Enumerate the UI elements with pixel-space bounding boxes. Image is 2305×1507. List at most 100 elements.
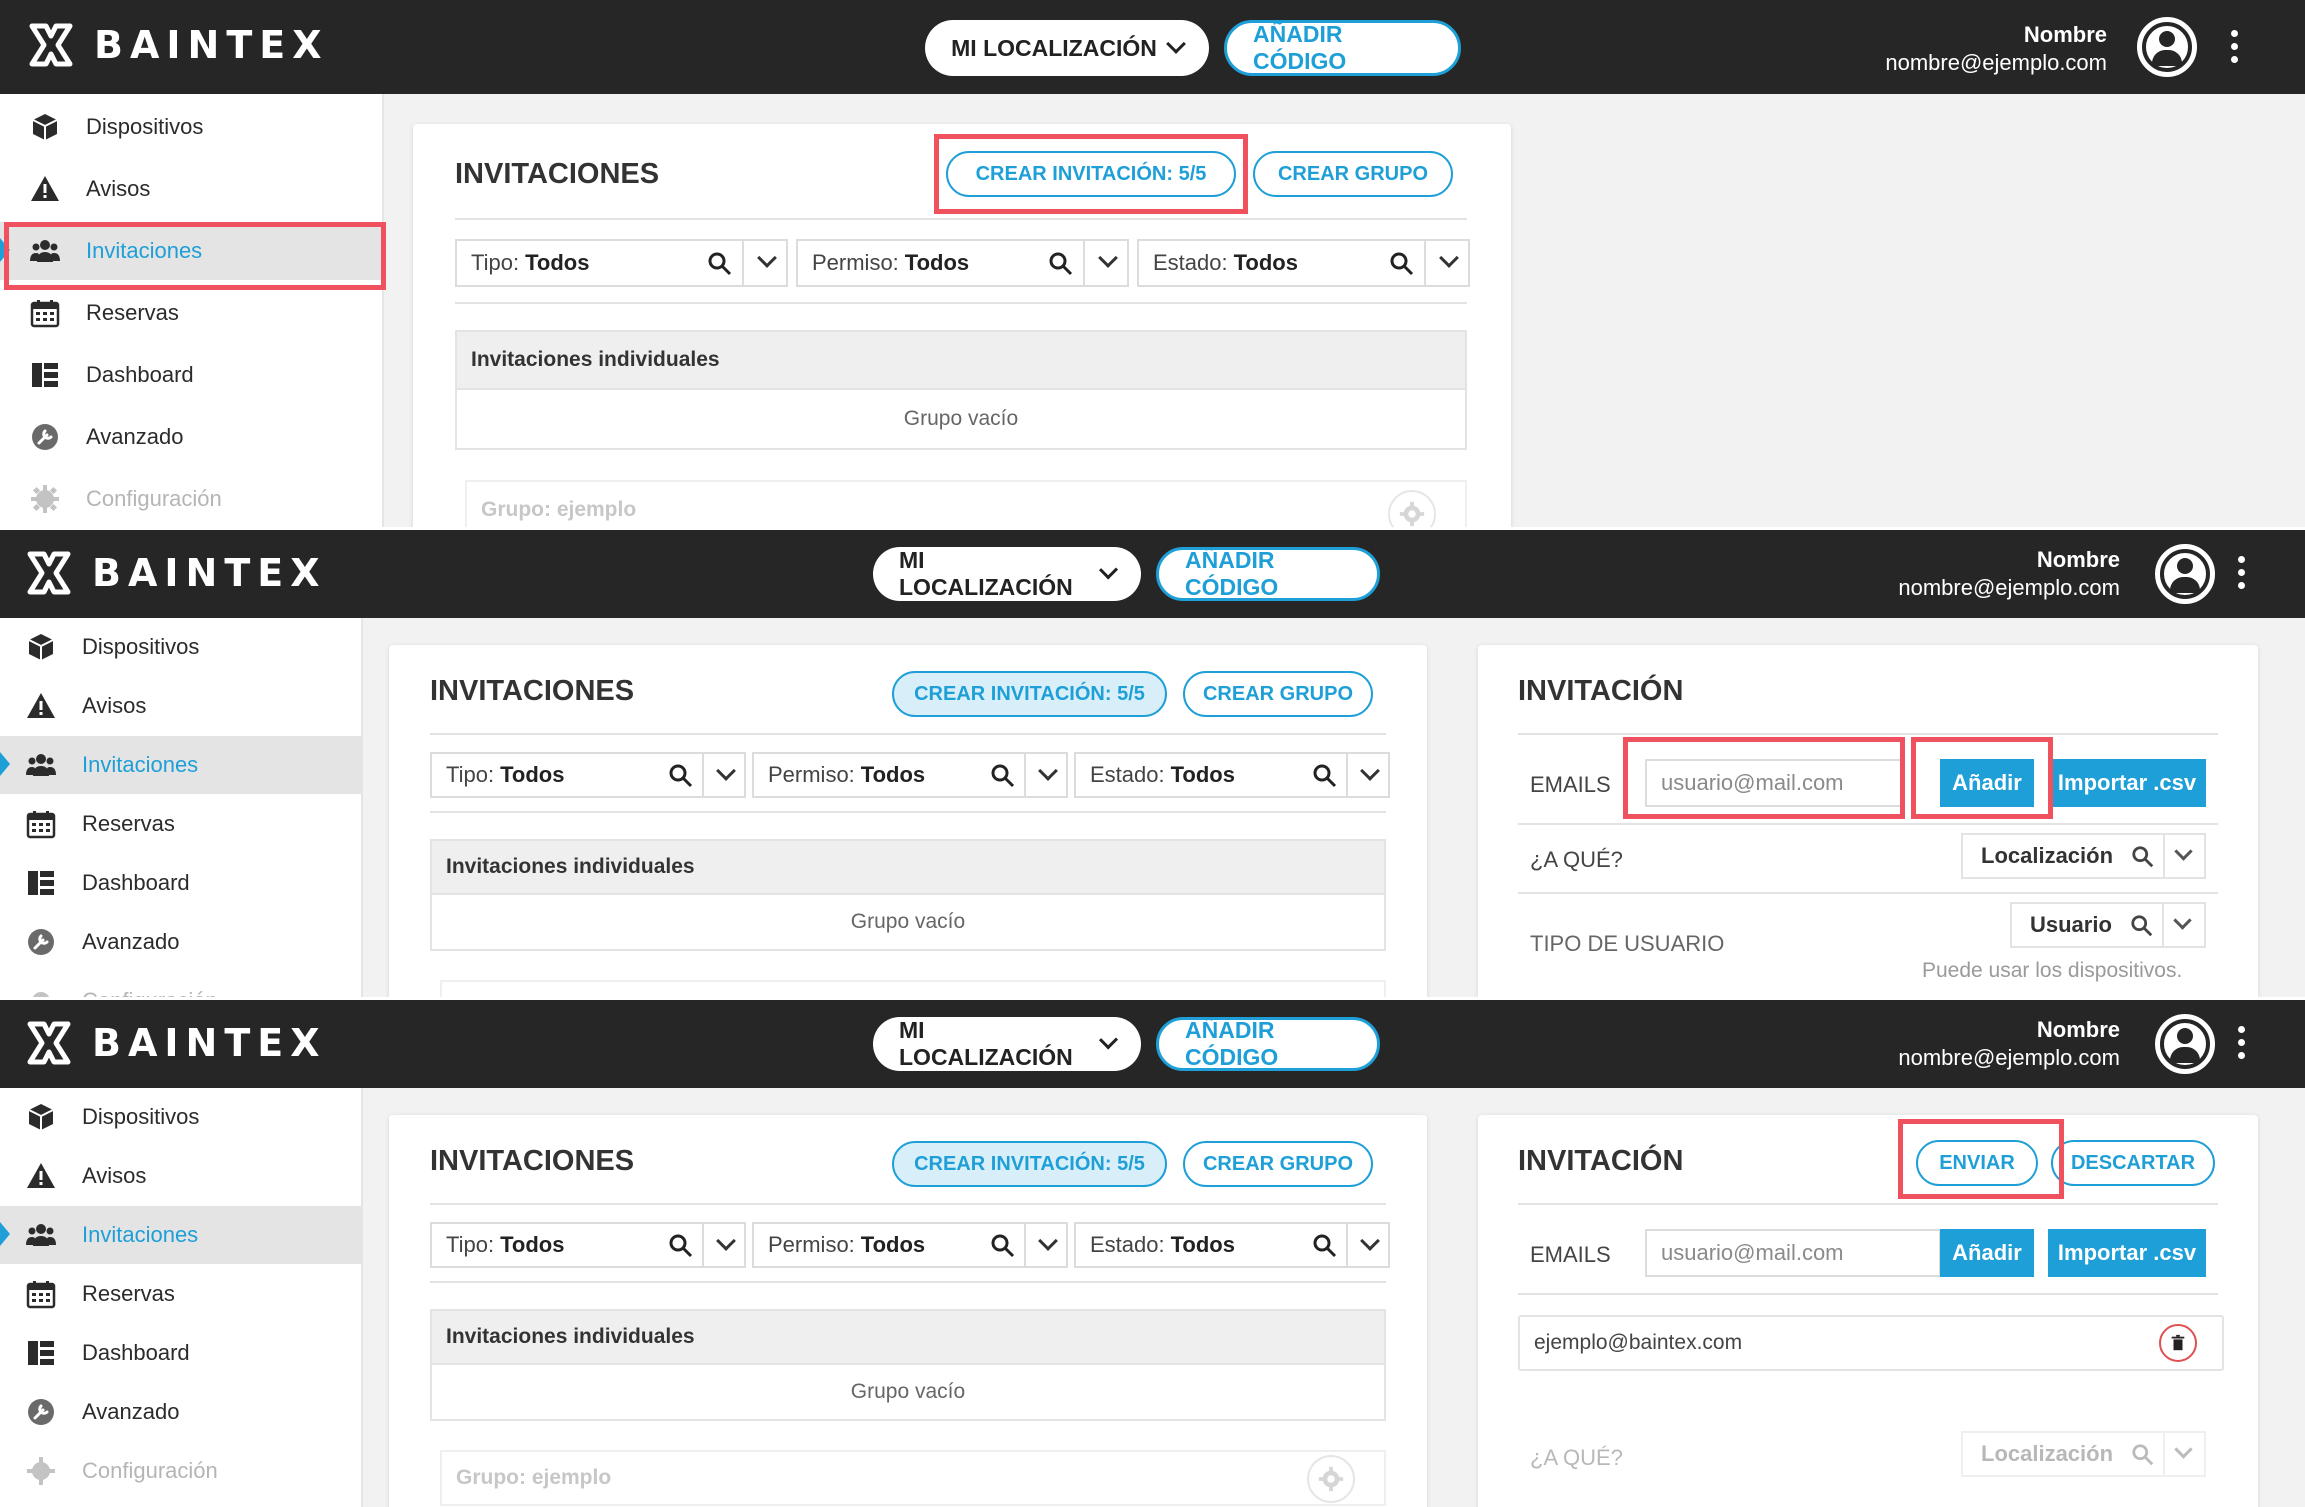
sidebar-item-avanzado[interactable]: Avanzado (0, 408, 382, 466)
screenshot-panel-3: BAINTEX MI LOCALIZACIÓN AÑADIR CÓDIGO No… (0, 997, 2305, 1507)
user-avatar-icon[interactable] (2155, 544, 2215, 604)
sidebar-item-dashboard[interactable]: Dashboard (0, 854, 361, 912)
filter-tipo[interactable]: Tipo: Todos (430, 752, 746, 798)
chevron-down-icon (1360, 1231, 1380, 1251)
sidebar-item-label: Avanzado (86, 424, 184, 449)
add-email-button[interactable]: Añadir (1940, 1229, 2034, 1277)
sidebar-item-configuracion[interactable]: Configuración (0, 972, 361, 997)
sidebar-item-reservas[interactable]: Reservas (0, 284, 382, 342)
gear-icon (32, 992, 50, 997)
user-avatar-icon[interactable] (2155, 1014, 2215, 1074)
user-avatar-icon[interactable] (2137, 17, 2197, 77)
filter-permiso[interactable]: Permiso: Todos (752, 752, 1068, 798)
screenshot-panel-1: BAINTEX MI LOCALIZACIÓN AÑADIR CÓDIGO No… (0, 0, 2305, 527)
create-group-button[interactable]: CREAR GRUPO (1253, 151, 1453, 197)
delete-email-button[interactable] (2159, 1324, 2197, 1362)
add-code-button[interactable]: AÑADIR CÓDIGO (1156, 1017, 1380, 1071)
filter-label: Permiso: (812, 250, 899, 275)
send-button[interactable]: ENVIAR (1916, 1140, 2038, 1186)
user-name: Nombre (2036, 547, 2120, 572)
create-group-label: CREAR GRUPO (1202, 1152, 1353, 1175)
create-group-button[interactable]: CREAR GRUPO (1183, 671, 1373, 717)
email-input[interactable]: usuario@mail.com (1645, 1229, 1941, 1277)
sidebar-item-label: Dispositivos (86, 114, 204, 139)
emails-label: EMAILS (1530, 772, 1611, 797)
sidebar-item-dispositivos[interactable]: Dispositivos (0, 98, 382, 156)
add-email-button[interactable]: Añadir (1940, 759, 2034, 807)
dashboard-icon (28, 871, 54, 895)
create-invitation-button[interactable]: CREAR INVITACIÓN: 5/5 (946, 151, 1236, 197)
filter-estado[interactable]: Estado: Todos (1074, 752, 1390, 798)
example-group-header[interactable]: Grupo: ejemplo (465, 480, 1467, 527)
sidebar-item-dispositivos[interactable]: Dispositivos (0, 618, 361, 676)
invitation-form-title: INVITACIÓN (1518, 675, 1684, 707)
sidebar-item-avisos[interactable]: Avisos (0, 160, 382, 218)
sidebar-item-invitaciones[interactable]: Invitaciones (0, 1206, 361, 1264)
what-select[interactable]: Localización (1961, 1431, 2206, 1477)
brand-logo[interactable]: BAINTEX (26, 20, 329, 70)
chevron-down-icon (1098, 560, 1119, 580)
discard-button[interactable]: DESCARTAR (2051, 1140, 2215, 1186)
create-group-button[interactable]: CREAR GRUPO (1183, 1141, 1373, 1187)
sidebar-item-configuracion[interactable]: Configuración (0, 1442, 361, 1500)
sidebar-item-configuracion[interactable]: Configuración (0, 470, 382, 527)
search-icon (669, 764, 693, 788)
search-icon (2131, 915, 2153, 937)
filter-estado[interactable]: Estado: Todos (1074, 1222, 1390, 1268)
top-bar: BAINTEX MI LOCALIZACIÓN AÑADIR CÓDIGO No… (0, 530, 2305, 618)
sidebar-item-dispositivos[interactable]: Dispositivos (0, 1088, 361, 1146)
filter-value: Todos (1170, 1232, 1235, 1257)
brand-logo[interactable]: BAINTEX (24, 1018, 327, 1068)
chevron-down-icon (2174, 842, 2193, 861)
filter-estado[interactable]: Estado: Todos (1137, 239, 1470, 287)
my-location-button[interactable]: MI LOCALIZACIÓN (873, 547, 1141, 601)
import-csv-button[interactable]: Importar .csv (2048, 1229, 2206, 1277)
sidebar-item-reservas[interactable]: Reservas (0, 795, 361, 853)
user-type-label: TIPO DE USUARIO (1530, 931, 1725, 956)
sidebar-item-avanzado[interactable]: Avanzado (0, 913, 361, 971)
sidebar-item-avisos[interactable]: Avisos (0, 677, 361, 735)
more-options-icon[interactable] (2231, 30, 2239, 66)
sidebar-item-dashboard[interactable]: Dashboard (0, 346, 382, 404)
filter-tipo[interactable]: Tipo: Todos (455, 239, 788, 287)
user-type-select[interactable]: Usuario (2010, 902, 2206, 948)
sidebar-item-invitaciones[interactable]: Invitaciones (0, 222, 382, 280)
sidebar-item-avisos[interactable]: Avisos (0, 1147, 361, 1205)
import-csv-button[interactable]: Importar .csv (2048, 759, 2206, 807)
example-group-header[interactable] (440, 980, 1386, 997)
email-input[interactable]: usuario@mail.com (1645, 759, 1903, 807)
filter-permiso[interactable]: Permiso: Todos (796, 239, 1129, 287)
chevron-down-icon (716, 761, 736, 781)
group-settings-button[interactable] (1307, 1455, 1355, 1503)
added-email-item: ejemplo@baintex.com (1518, 1315, 2224, 1371)
my-location-button[interactable]: MI LOCALIZACIÓN (925, 20, 1209, 76)
add-code-button[interactable]: AÑADIR CÓDIGO (1224, 20, 1461, 76)
user-type-select-value: Usuario (2030, 912, 2112, 937)
filter-permiso[interactable]: Permiso: Todos (752, 1222, 1068, 1268)
more-options-icon[interactable] (2238, 556, 2246, 592)
warning-icon (27, 1163, 55, 1188)
sidebar-item-dashboard[interactable]: Dashboard (0, 1324, 361, 1382)
brand-name: BAINTEX (94, 23, 329, 67)
my-location-button[interactable]: MI LOCALIZACIÓN (873, 1017, 1141, 1071)
what-select[interactable]: Localización (1961, 833, 2206, 879)
create-invitation-label: CREAR INVITACIÓN: 5/5 (914, 1152, 1145, 1175)
sidebar-item-invitaciones[interactable]: Invitaciones (0, 736, 361, 794)
calendar-icon (30, 300, 60, 328)
add-code-button[interactable]: AÑADIR CÓDIGO (1156, 547, 1380, 601)
sidebar-item-label: Avanzado (82, 929, 180, 954)
invitations-title: INVITACIONES (430, 1145, 635, 1177)
create-invitation-button[interactable]: CREAR INVITACIÓN: 5/5 (892, 671, 1167, 717)
search-icon (2132, 846, 2154, 868)
sidebar-item-avanzado[interactable]: Avanzado (0, 1383, 361, 1441)
sidebar-item-reservas[interactable]: Reservas (0, 1265, 361, 1323)
create-invitation-button[interactable]: CREAR INVITACIÓN: 5/5 (892, 1141, 1167, 1187)
emails-label: EMAILS (1530, 1242, 1611, 1267)
added-email-text: ejemplo@baintex.com (1534, 1331, 1743, 1354)
brand-logo[interactable]: BAINTEX (24, 548, 327, 598)
chevron-down-icon (1038, 1231, 1058, 1251)
filter-tipo[interactable]: Tipo: Todos (430, 1222, 746, 1268)
example-group-header[interactable]: Grupo: ejemplo (440, 1450, 1386, 1506)
more-options-icon[interactable] (2238, 1026, 2246, 1062)
my-location-label: MI LOCALIZACIÓN (899, 1017, 1073, 1070)
